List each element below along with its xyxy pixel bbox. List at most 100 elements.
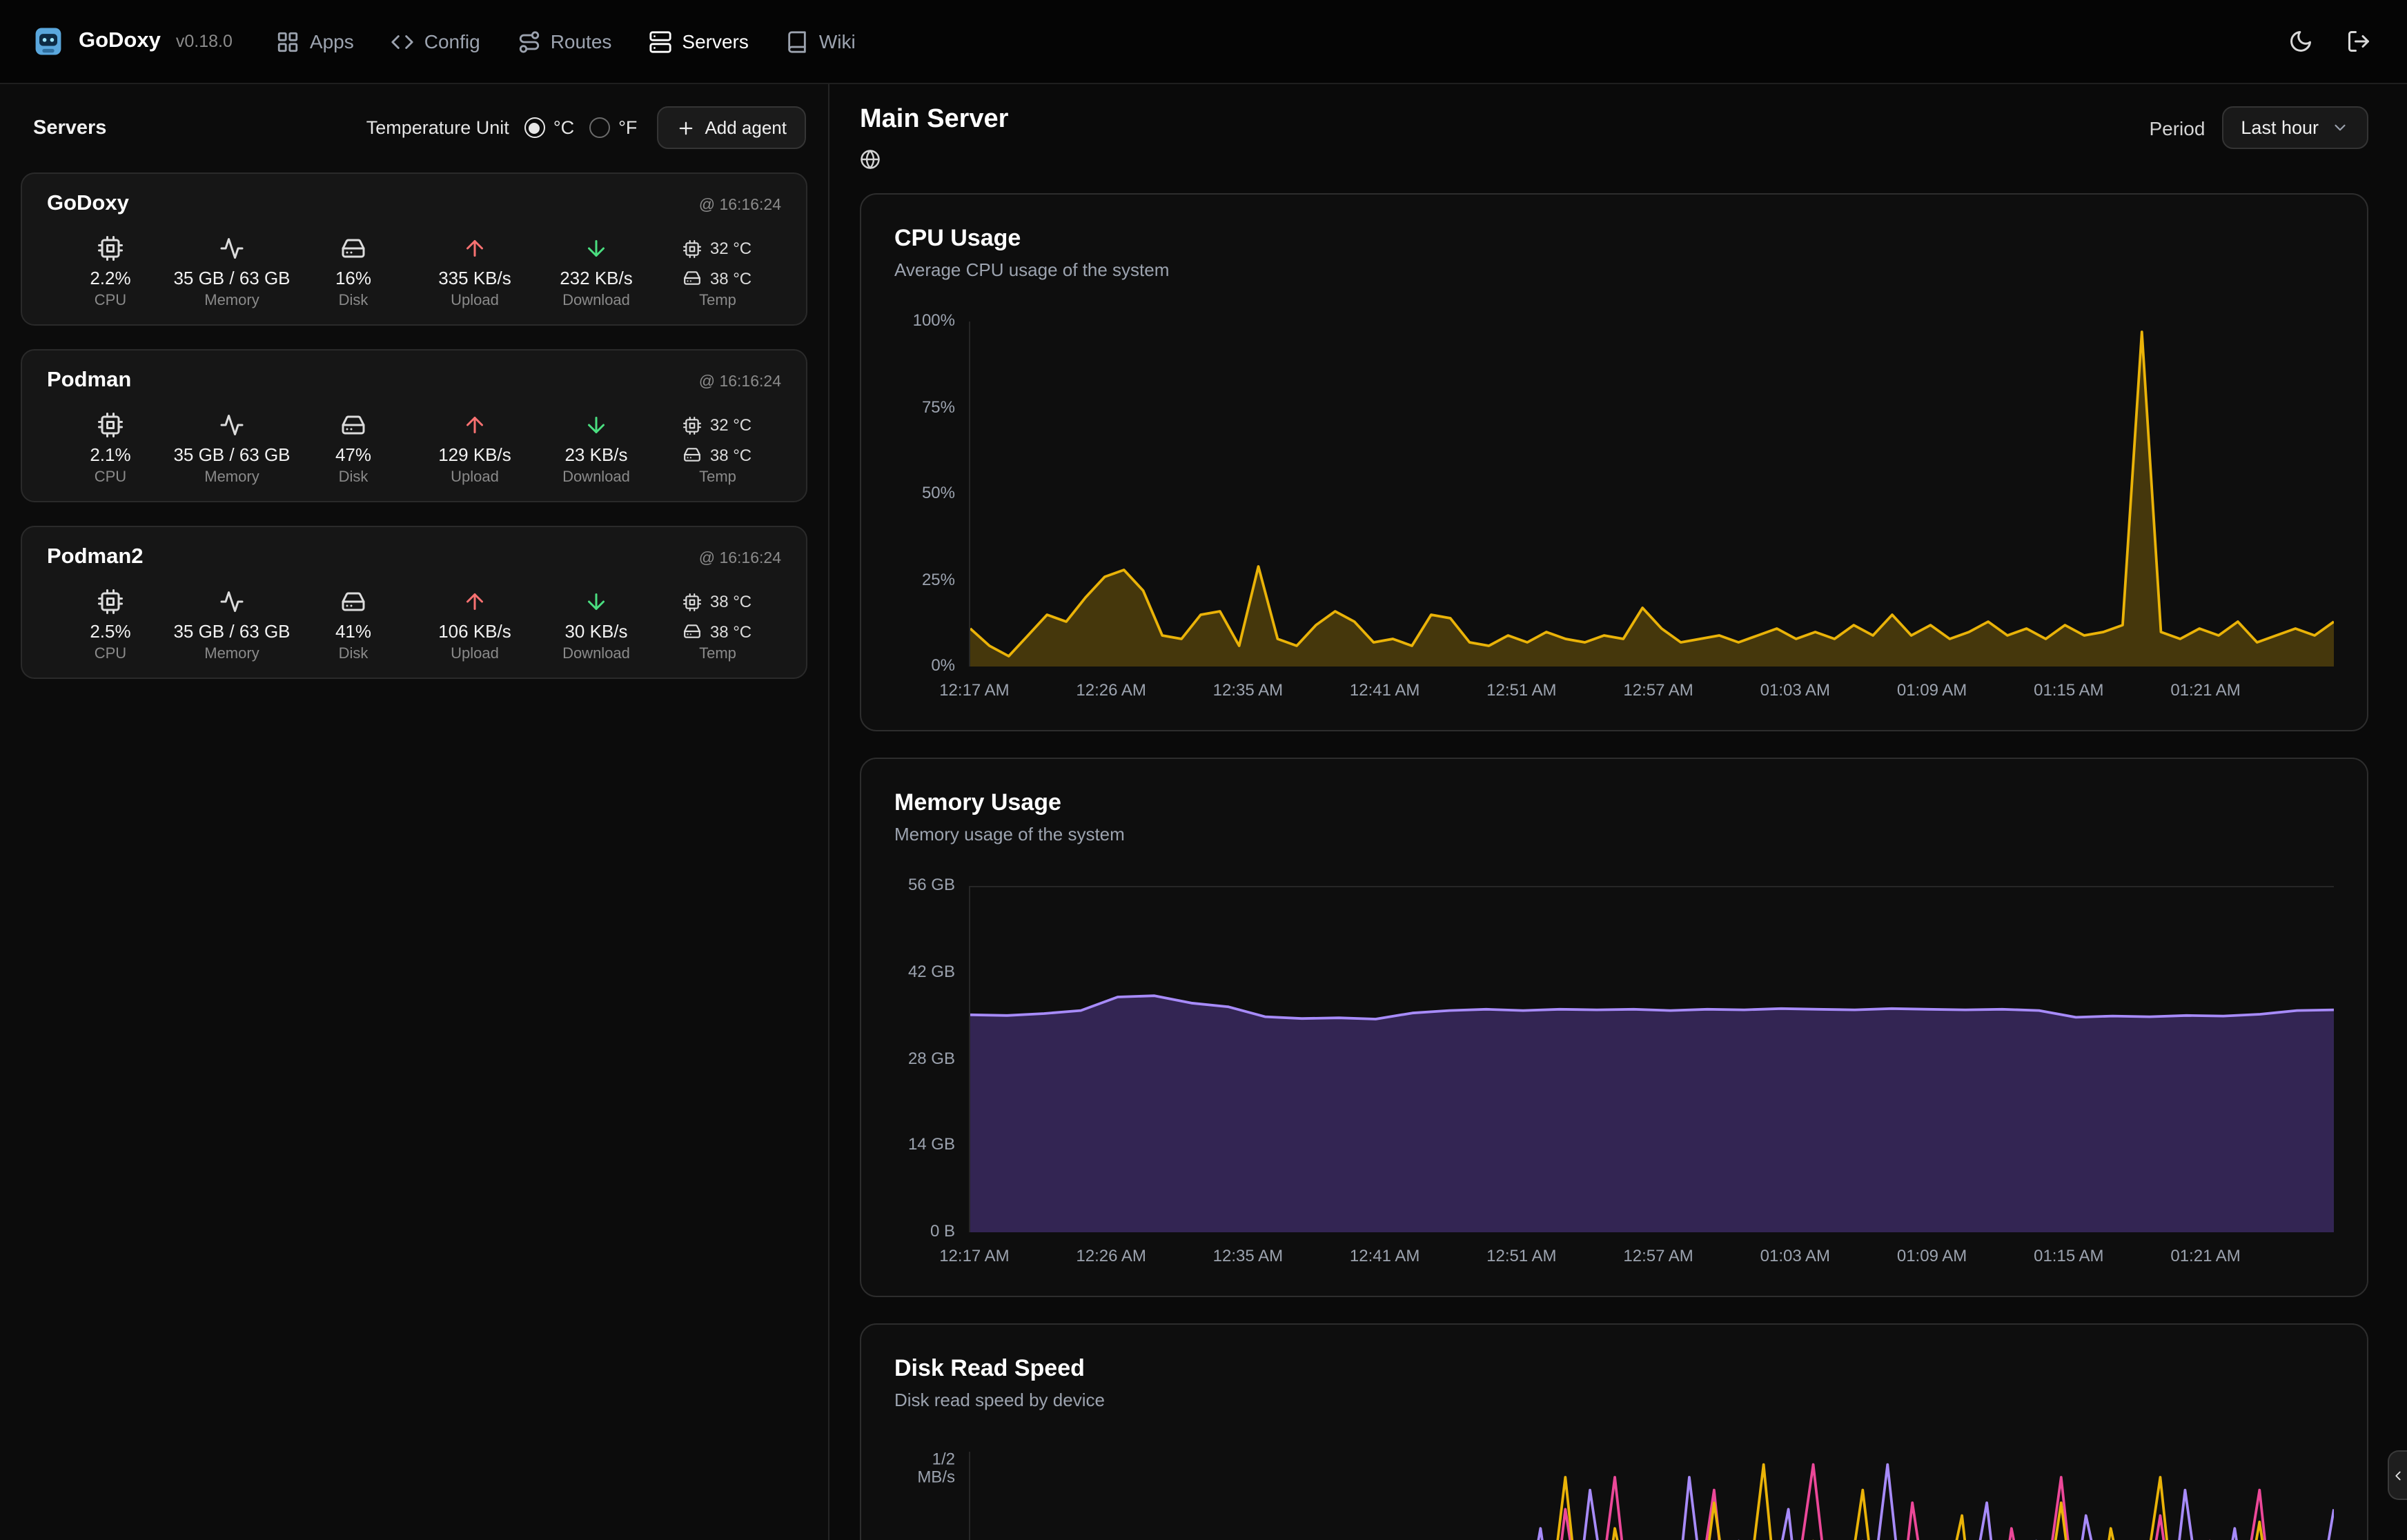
period-group: Period Last hour <box>2149 106 2368 149</box>
x-axis-labels: 12:17 AM12:26 AM12:35 AM12:41 AM12:51 AM… <box>969 1246 2334 1271</box>
download-arrow-icon <box>584 236 609 261</box>
hard-drive-icon <box>341 413 366 437</box>
stat-cpu: 2.5% CPU <box>50 585 171 662</box>
route-icon <box>518 30 541 53</box>
servers-sidebar: Servers Temperature Unit °C °F Add agent <box>0 84 829 1540</box>
temperature-unit-label: Temperature Unit <box>366 117 509 138</box>
upload-arrow-icon <box>462 236 487 261</box>
stat-upload: 335 KB/s Upload <box>414 232 536 309</box>
stat-value: 41% <box>335 618 371 644</box>
chevron-left-icon <box>2390 1468 2406 1483</box>
stat-download: 30 KB/s Download <box>536 585 657 662</box>
main-title-block: Main Server <box>860 103 1008 170</box>
version-label: v0.18.0 <box>176 32 233 51</box>
plus-icon <box>676 118 695 137</box>
stat-disk: 47% Disk <box>293 408 414 486</box>
stat-disk: 41% Disk <box>293 585 414 662</box>
activity-icon <box>219 236 244 261</box>
server-name: GoDoxy <box>47 192 129 217</box>
server-timestamp: @ 16:16:24 <box>699 197 781 214</box>
server-timestamp: @ 16:16:24 <box>699 374 781 391</box>
stat-memory: 35 GB / 63 GB Memory <box>171 585 293 662</box>
stat-download: 23 KB/s Download <box>536 408 657 486</box>
hard-drive-icon <box>341 589 366 614</box>
server-card-podman[interactable]: Podman @ 16:16:24 2.1% CPU 35 GB / 63 GB <box>21 349 807 502</box>
disk-temp-value: 38 °C <box>710 622 751 641</box>
chart-title: Memory Usage <box>894 787 2334 820</box>
add-agent-button[interactable]: Add agent <box>656 106 806 149</box>
app-root: GoDoxy v0.18.0 Apps Config Routes Server… <box>0 0 2407 1540</box>
cpu-temp-icon <box>684 593 702 611</box>
download-arrow-icon <box>584 589 609 614</box>
stat-value: 106 KB/s <box>438 618 511 644</box>
navbar: GoDoxy v0.18.0 Apps Config Routes Server… <box>0 0 2407 84</box>
stat-label: Disk <box>339 469 369 486</box>
chevron-down-icon <box>2331 119 2349 137</box>
nav-apps[interactable]: Apps <box>277 30 354 53</box>
hard-drive-icon <box>341 236 366 261</box>
stat-value: 23 KB/s <box>564 442 627 468</box>
server-card-podman2[interactable]: Podman2 @ 16:16:24 2.5% CPU 35 GB / 63 G… <box>21 526 807 679</box>
stat-value: 47% <box>335 442 371 468</box>
chart-title: CPU Usage <box>894 222 2334 255</box>
disk-temp-value: 38 °C <box>710 445 751 464</box>
cpu-usage-plot[interactable] <box>969 322 2334 667</box>
stat-value: 129 KB/s <box>438 442 511 468</box>
y-axis-labels: 100%75%50%25%0% <box>894 322 969 667</box>
memory-usage-card: Memory Usage Memory usage of the system … <box>860 758 2368 1297</box>
stat-label: Memory <box>204 293 259 309</box>
chart-title: Disk Read Speed <box>894 1352 2334 1385</box>
stat-upload: 129 KB/s Upload <box>414 408 536 486</box>
stat-label: Temp <box>699 646 736 662</box>
disk-temp-icon <box>684 622 702 640</box>
stat-value: 35 GB / 63 GB <box>173 618 290 644</box>
logout-icon[interactable] <box>2346 29 2371 54</box>
memory-usage-plot[interactable] <box>969 886 2334 1232</box>
chart-subtitle: Memory usage of the system <box>894 824 2334 845</box>
disk-read-speed-card: Disk Read Speed Disk read speed by devic… <box>860 1323 2368 1540</box>
nav-label: Wiki <box>819 30 856 52</box>
nav-routes[interactable]: Routes <box>518 30 612 53</box>
cpu-temp-value: 32 °C <box>710 415 751 435</box>
panel-collapse-tab[interactable] <box>2388 1450 2407 1500</box>
stat-label: Memory <box>204 646 259 662</box>
book-icon <box>786 30 809 53</box>
godoxy-logo <box>30 23 66 59</box>
stat-value: 16% <box>335 265 371 291</box>
radio-celsius[interactable]: °C <box>524 117 574 138</box>
stat-value: 35 GB / 63 GB <box>173 265 290 291</box>
server-stats: 2.5% CPU 35 GB / 63 GB Memory 41% Disk <box>47 585 781 662</box>
stat-cpu: 2.1% CPU <box>50 408 171 486</box>
server-stats: 2.2% CPU 35 GB / 63 GB Memory 16% Disk <box>47 232 781 309</box>
theme-toggle-moon-icon[interactable] <box>2288 29 2313 54</box>
radio-label-fahrenheit: °F <box>618 117 637 138</box>
nav-label: Routes <box>551 30 612 52</box>
period-select[interactable]: Last hour <box>2221 106 2368 149</box>
stat-label: CPU <box>95 469 126 486</box>
stat-memory: 35 GB / 63 GB Memory <box>171 408 293 486</box>
chart-subtitle: Average CPU usage of the system <box>894 259 2334 280</box>
stat-label: Memory <box>204 469 259 486</box>
apps-grid-icon <box>277 30 300 53</box>
radio-fahrenheit[interactable]: °F <box>589 117 637 138</box>
stat-temp: 32 °C 38 °C Temp <box>657 232 778 309</box>
cpu-temp-icon <box>684 416 702 434</box>
brand[interactable]: GoDoxy v0.18.0 <box>30 23 233 59</box>
nav-config[interactable]: Config <box>391 30 480 53</box>
temperature-unit-group: Temperature Unit °C °F <box>366 117 638 138</box>
disk-read-speed-plot[interactable] <box>969 1452 2334 1540</box>
disk-temp-icon <box>684 446 702 464</box>
activity-icon <box>219 413 244 437</box>
nav-servers[interactable]: Servers <box>649 30 748 53</box>
stat-label: CPU <box>95 646 126 662</box>
add-agent-label: Add agent <box>705 117 787 138</box>
stat-cpu: 2.2% CPU <box>50 232 171 309</box>
x-axis-labels: 12:17 AM12:26 AM12:35 AM12:41 AM12:51 AM… <box>969 680 2334 705</box>
radio-dot-celsius <box>524 117 545 138</box>
radio-label-celsius: °C <box>553 117 574 138</box>
y-axis-labels: 56 GB42 GB28 GB14 GB0 B <box>894 886 969 1232</box>
server-stats: 2.1% CPU 35 GB / 63 GB Memory 47% Disk <box>47 408 781 486</box>
nav-wiki[interactable]: Wiki <box>786 30 856 53</box>
server-card-godoxy[interactable]: GoDoxy @ 16:16:24 2.2% CPU 35 GB / 63 GB <box>21 172 807 326</box>
main-panel: Main Server Period Last hour CPU Usage A… <box>829 84 2407 1540</box>
